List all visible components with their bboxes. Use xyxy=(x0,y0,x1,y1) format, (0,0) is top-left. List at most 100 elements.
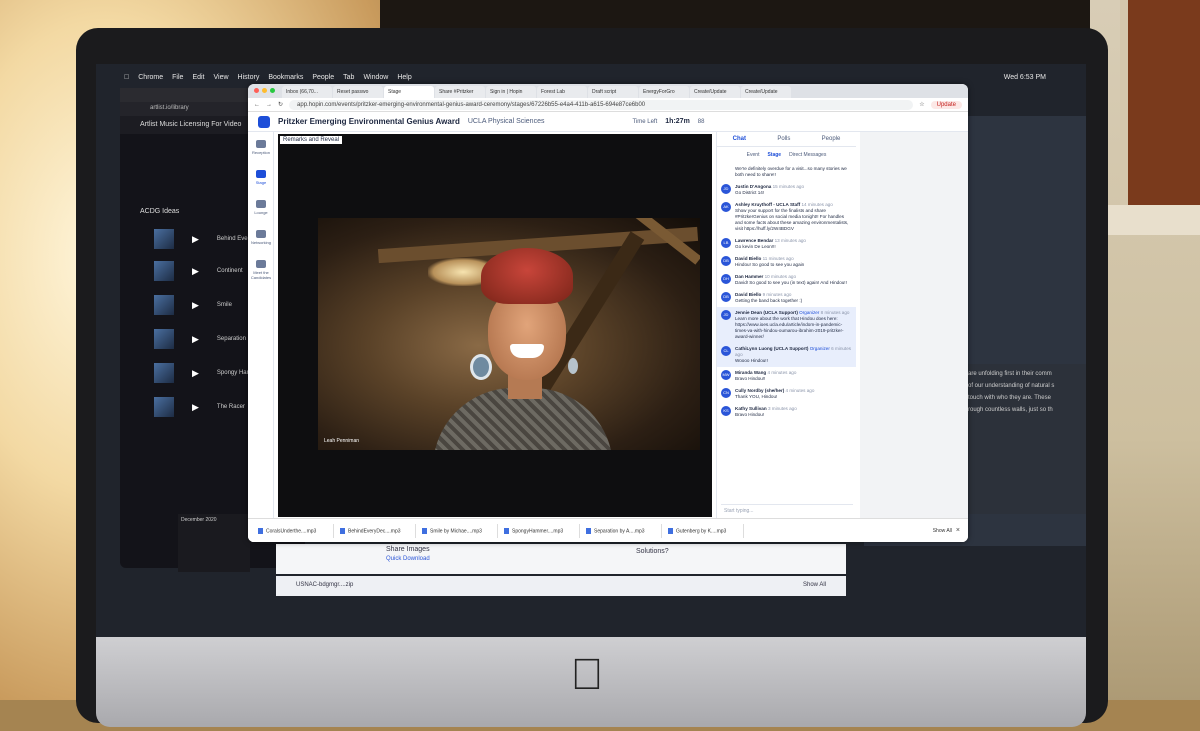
sender-name[interactable]: Lawrence Bendar xyxy=(735,238,773,243)
message-time: 9 minutes ago xyxy=(762,292,792,297)
menu-clock[interactable]: Wed 6:53 PM xyxy=(1004,74,1046,81)
doc-line: touch with who they are. These xyxy=(968,395,1051,401)
chat-input[interactable]: Start typing... xyxy=(721,504,853,516)
play-icon[interactable]: ▶ xyxy=(192,368,199,379)
chat-message: DB David Biello 11 minutes ago Hindou! So … xyxy=(717,253,856,271)
subtab-stage[interactable]: Stage xyxy=(767,152,781,158)
browser-tab[interactable]: Forest Lab xyxy=(537,86,587,98)
file-icon xyxy=(586,527,591,534)
tab-polls[interactable]: Polls xyxy=(777,136,790,142)
browser-tab[interactable]: EnergyForGro xyxy=(639,86,689,98)
menu-window[interactable]: Window xyxy=(363,74,388,81)
menu-help[interactable]: Help xyxy=(397,74,411,81)
nav-reception[interactable]: Reception xyxy=(248,140,274,155)
sender-name[interactable]: CathiLynn Luong (UCLA Support) xyxy=(735,346,808,351)
avatar[interactable]: KS xyxy=(721,406,731,416)
play-icon[interactable]: ▶ xyxy=(192,234,199,245)
bg-link[interactable]: Quick Download xyxy=(386,556,430,562)
star-icon[interactable]: ☆ xyxy=(919,101,924,108)
forward-icon[interactable]: → xyxy=(266,102,272,108)
sender-name[interactable]: David Biello xyxy=(735,292,761,297)
sender-name[interactable]: Dan Hammer xyxy=(735,274,763,279)
browser-tab[interactable]: Create/Update xyxy=(690,86,740,98)
download-item[interactable]: Smile by Michae....mp3 xyxy=(420,523,498,538)
sender-name[interactable]: David Biello xyxy=(735,256,761,261)
avatar[interactable]: LB xyxy=(721,238,731,248)
menu-people[interactable]: People xyxy=(312,74,334,81)
download-item[interactable]: Gutenberg by K....mp3 xyxy=(666,523,744,538)
nav-lounge[interactable]: Lounge xyxy=(248,200,274,215)
subtab-event[interactable]: Event xyxy=(747,152,760,158)
avatar[interactable]: DB xyxy=(721,292,731,302)
reload-icon[interactable]: ↻ xyxy=(278,101,283,108)
browser-tab[interactable]: Sign in | Hopin xyxy=(486,86,536,98)
avatar[interactable]: DH xyxy=(721,274,731,284)
track-thumb xyxy=(154,261,174,281)
nav-stage[interactable]: Stage xyxy=(248,170,274,185)
menu-history[interactable]: History xyxy=(238,74,260,81)
avatar[interactable]: JD xyxy=(721,184,731,194)
sender-name[interactable]: Kathy Sullivan xyxy=(735,406,767,411)
close-dot[interactable] xyxy=(254,88,259,93)
message-body: Cully Nordby (she/her) 4 minutes ago Than… xyxy=(735,388,814,400)
play-icon[interactable]: ▶ xyxy=(192,402,199,413)
avatar[interactable]: JD xyxy=(721,310,731,320)
download-item[interactable]: SpongyHammer....mp3 xyxy=(502,523,580,538)
menu-edit[interactable]: Edit xyxy=(192,74,204,81)
menu-bookmarks[interactable]: Bookmarks xyxy=(268,74,303,81)
tab-people[interactable]: People xyxy=(822,136,841,142)
menu-file[interactable]: File xyxy=(172,74,183,81)
download-name: BehindEveryDec....mp3 xyxy=(348,527,401,534)
video-camera-icon xyxy=(256,170,266,178)
file-icon xyxy=(504,527,509,534)
sender-name[interactable]: Justin D'Angona xyxy=(735,184,771,189)
avatar[interactable]: CL xyxy=(721,346,731,356)
minimize-dot[interactable] xyxy=(262,88,267,93)
zip-download[interactable]: USNAC-bdgmgr....zip xyxy=(296,582,353,588)
bg-show-all[interactable]: Show All xyxy=(803,582,826,588)
chat-message: AK Ashley Kruythoff - UCLA Staff 14 minut… xyxy=(717,199,856,235)
tab-chat[interactable]: Chat xyxy=(733,136,746,142)
update-button[interactable]: Update xyxy=(930,100,962,109)
download-item[interactable]: Separation by A....mp3 xyxy=(584,523,662,538)
speaker-headwrap xyxy=(481,248,573,304)
avatar[interactable]: AK xyxy=(721,202,731,212)
close-downloads-icon[interactable]: × xyxy=(956,527,960,534)
chat-message: DH Dan Hammer 10 minutes ago David! So goo… xyxy=(717,271,856,289)
browser-tab[interactable]: Share #Pritzker xyxy=(435,86,485,98)
speaker-video[interactable]: Leah Penniman xyxy=(318,218,700,450)
avatar[interactable]: MW xyxy=(721,370,731,380)
subtab-direct-messages[interactable]: Direct Messages xyxy=(789,152,826,158)
browser-tab[interactable]: Reset passwo xyxy=(333,86,383,98)
browser-tab[interactable]: Draft script xyxy=(588,86,638,98)
browser-tab[interactable]: Inbox (66,70... xyxy=(282,86,332,98)
play-icon[interactable]: ▶ xyxy=(192,334,199,345)
show-all-downloads[interactable]: Show All xyxy=(933,528,952,534)
menu-chrome[interactable]: Chrome xyxy=(138,74,163,81)
sender-name[interactable]: Jennie Dean (UCLA Support) xyxy=(735,310,798,315)
play-icon[interactable]: ▶ xyxy=(192,300,199,311)
download-item[interactable]: BehindEveryDec....mp3 xyxy=(338,523,416,538)
organizer-badge: Organizer xyxy=(799,310,820,315)
nav-networking[interactable]: Networking xyxy=(248,230,274,245)
download-item[interactable]: CoralsUnderthe....mp3 xyxy=(256,523,334,538)
avatar[interactable]: CN xyxy=(721,388,731,398)
avatar[interactable]: DB xyxy=(721,256,731,266)
browser-tab[interactable]: Create/Update xyxy=(741,86,791,98)
sender-name[interactable]: Cully Nordby (she/her) xyxy=(735,388,784,393)
menu-tab[interactable]: Tab xyxy=(343,74,354,81)
zoom-dot[interactable] xyxy=(270,88,275,93)
background-page-strip: Share Images Quick Download Solutions? xyxy=(276,544,846,574)
play-icon[interactable]: ▶ xyxy=(192,266,199,277)
menu-view[interactable]: View xyxy=(214,74,229,81)
apple-menu-icon[interactable]:  xyxy=(124,74,129,81)
url-field[interactable]: app.hopin.com/events/pritzker-emerging-e… xyxy=(289,99,914,110)
event-organizer[interactable]: UCLA Physical Sciences xyxy=(468,118,545,125)
tab-strip: Inbox (66,70... Reset passwo Stage Share… xyxy=(248,84,968,98)
sender-name[interactable]: Ashley Kruythoff - UCLA Staff xyxy=(735,202,800,207)
nav-meet-candidates[interactable]: Meet the Candidates xyxy=(248,260,274,280)
browser-tab-active[interactable]: Stage xyxy=(384,86,434,98)
sender-name[interactable]: Miranda Wang xyxy=(735,370,766,375)
back-icon[interactable]: ← xyxy=(254,102,260,108)
message-header: CathiLynn Luong (UCLA Support) Organizer… xyxy=(735,346,852,358)
